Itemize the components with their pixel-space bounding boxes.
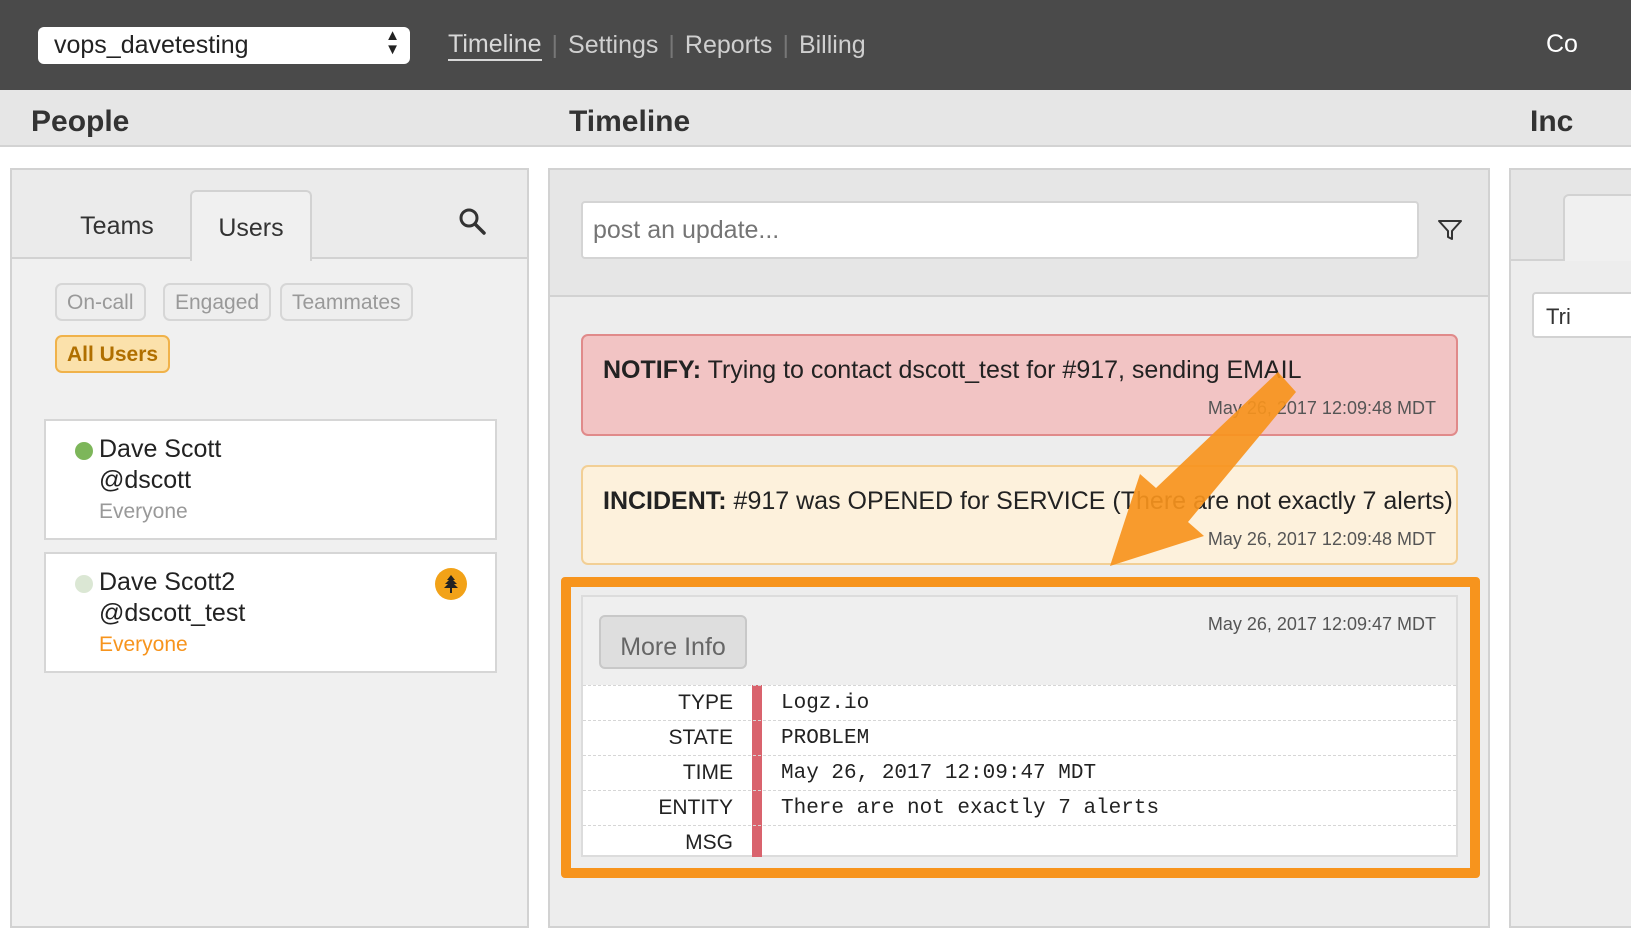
search-icon[interactable] xyxy=(457,206,487,236)
nav-separator: | xyxy=(551,31,559,59)
nav-timeline[interactable]: Timeline xyxy=(448,30,542,61)
nav-separator: | xyxy=(782,31,789,59)
user-team: Everyone xyxy=(99,633,188,656)
incidents-title: Inc xyxy=(1530,105,1574,138)
nav-billing[interactable]: Billing xyxy=(799,31,866,60)
user-name: Dave Scott xyxy=(99,435,222,463)
event-label: NOTIFY: xyxy=(603,356,702,384)
user-name: Dave Scott2 xyxy=(99,568,236,596)
top-right-cut-text[interactable]: Co xyxy=(1546,30,1578,59)
event-text: #917 was OPENED for SERVICE (There are n… xyxy=(726,487,1453,515)
incidents-filter-input[interactable]: Tri xyxy=(1532,292,1631,338)
incidents-panel: Tri xyxy=(1509,168,1631,928)
user-handle: @dscott xyxy=(99,466,192,494)
leaf-icon xyxy=(435,568,467,600)
select-arrows-icon: ▲ ▼ xyxy=(385,27,400,58)
nav-separator: | xyxy=(668,31,675,59)
filter-engaged[interactable]: Engaged xyxy=(163,283,272,321)
annotation-arrow-icon xyxy=(1110,372,1296,566)
filter-all-users[interactable]: All Users xyxy=(55,335,171,373)
org-select[interactable]: vops_davetesting ▲ ▼ xyxy=(38,27,410,64)
nav-settings[interactable]: Settings xyxy=(568,31,658,60)
timeline-event-incident: INCIDENT: #917 was OPENED for SERVICE (T… xyxy=(581,465,1458,565)
people-tabs: Teams Users xyxy=(12,170,527,261)
user-card[interactable]: Dave Scott @dscott Everyone xyxy=(44,419,497,540)
nav-reports[interactable]: Reports xyxy=(685,31,773,60)
filter-teammates[interactable]: Teammates xyxy=(280,283,413,321)
user-team: Everyone xyxy=(99,500,188,523)
main-nav: Timeline | Settings | Reports | Billing xyxy=(448,30,866,61)
post-update-input[interactable] xyxy=(581,201,1419,259)
incidents-tabs xyxy=(1511,170,1631,261)
event-label: INCIDENT: xyxy=(603,487,727,515)
filter-oncall[interactable]: On-call xyxy=(55,283,146,321)
user-handle: @dscott_test xyxy=(99,599,246,627)
people-panel: Teams Users On-call Engaged Teammates Al… xyxy=(10,168,529,928)
tab-users[interactable]: Users xyxy=(190,190,312,261)
org-select-value: vops_davetesting xyxy=(54,31,249,59)
status-dot xyxy=(75,575,93,593)
timeline-panel: NOTIFY: Trying to contact dscott_test fo… xyxy=(548,168,1490,928)
timeline-compose-area xyxy=(550,170,1488,297)
user-card[interactable]: Dave Scott2 @dscott_test Everyone xyxy=(44,552,497,673)
section-header-bar: People Timeline Inc xyxy=(0,90,1631,147)
tab-teams[interactable]: Teams xyxy=(52,190,182,259)
highlight-box xyxy=(561,577,1480,878)
top-bar: vops_davetesting ▲ ▼ Timeline | Settings … xyxy=(0,0,1631,90)
timeline-event-notify: NOTIFY: Trying to contact dscott_test fo… xyxy=(581,334,1458,436)
status-dot xyxy=(75,442,93,460)
filter-icon[interactable] xyxy=(1437,218,1463,242)
incidents-tab[interactable] xyxy=(1563,194,1631,261)
event-message: INCIDENT: #917 was OPENED for SERVICE (T… xyxy=(603,487,1453,516)
people-title: People xyxy=(31,105,130,138)
timeline-title: Timeline xyxy=(569,105,691,138)
